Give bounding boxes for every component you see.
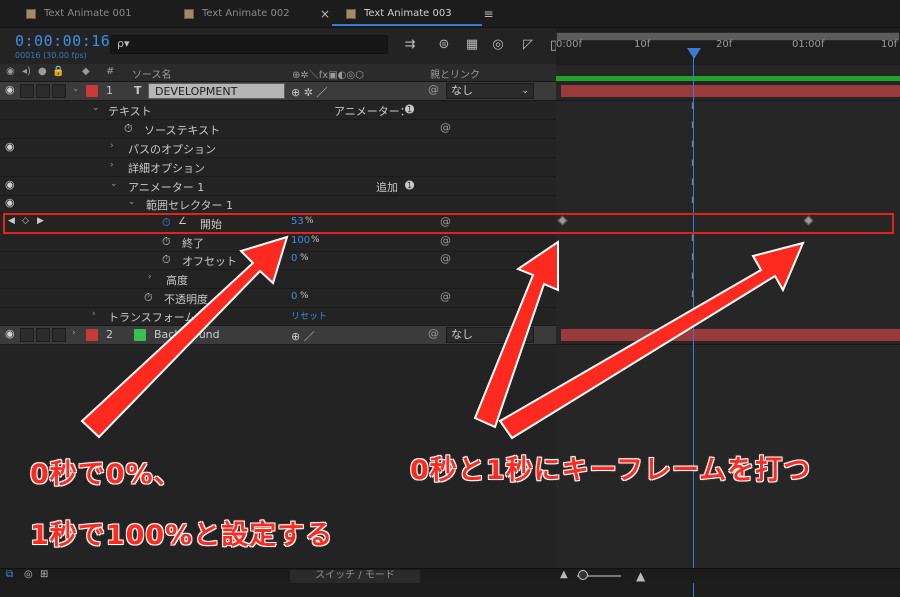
zoom-slider-handle[interactable] [578,570,588,580]
render-time-icon[interactable]: ⧉ [6,569,13,580]
zoom-in-icon[interactable]: ▲ [636,569,645,583]
toggle-switches-modes-button[interactable]: スイッチ / モード [290,570,420,583]
annotation-arrows [80,235,805,440]
annotation-right: 0秒と1秒にキーフレームを打つ [410,455,812,486]
annotation-left-line2: 1秒で100%と設定する [30,520,334,551]
zoom-out-icon[interactable]: ▲ [560,569,568,580]
timeline-footer: ⧉ ◎ ⊞ スイッチ / モード ▲ ▲ [0,568,900,583]
annotation-left-line1: 0秒で0%、 [30,459,182,490]
after-effects-timeline-panel: Text Animate 001 Text Animate 002 × Text… [0,0,900,597]
frame-render-icon[interactable]: ◎ [24,569,33,580]
expand-panes-icon[interactable]: ⊞ [40,569,48,580]
arrow-left [80,235,289,439]
